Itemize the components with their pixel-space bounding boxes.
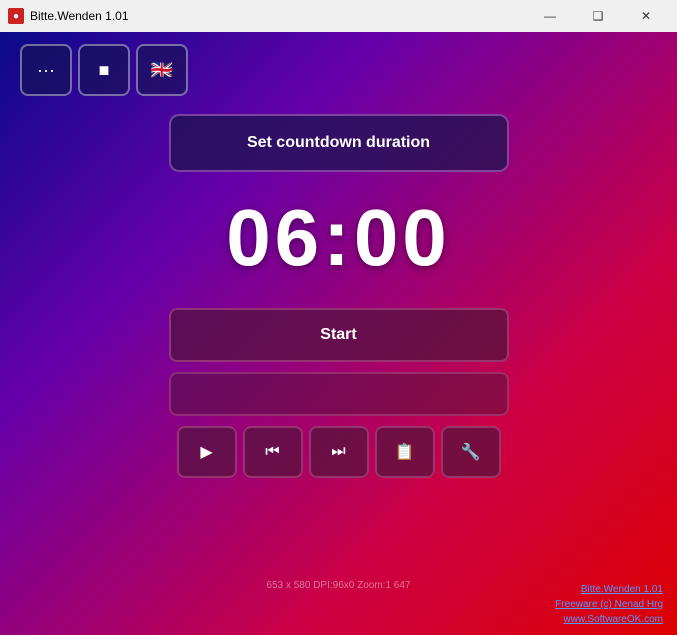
play-icon: ▶ [200,442,212,462]
status-text: 653 x 580 DPI:96x0 Zoom:1 647 [267,580,411,591]
skip-back-button[interactable]: ⏮ [243,426,303,478]
skip-forward-icon: ⏭ [331,443,345,461]
footer-line2: Freeware (c) Nenad Hrg [555,597,663,612]
stop-button[interactable]: ■ [78,44,130,96]
skip-back-icon: ⏮ [265,443,279,461]
set-countdown-button[interactable]: Set countdown duration [169,114,509,172]
timer-display: 06:00 [226,192,451,284]
title-bar-left: ● Bitte.Wenden 1.01 [8,8,129,24]
menu-icon: ··· [37,60,55,81]
clipboard-button[interactable]: 📋 [375,426,435,478]
close-button[interactable]: ✕ [623,0,669,32]
toolbar: ··· ■ 🇬🇧 [20,44,188,96]
window-controls: — ❑ ✕ [527,0,669,32]
language-button[interactable]: 🇬🇧 [136,44,188,96]
skip-forward-button[interactable]: ⏭ [309,426,369,478]
flag-icon: 🇬🇧 [151,60,173,81]
stop-icon: ■ [99,60,110,81]
settings-button[interactable]: 🔧 [441,426,501,478]
menu-button[interactable]: ··· [20,44,72,96]
footer-info[interactable]: Bitte.Wenden 1.01 Freeware (c) Nenad Hrg… [555,582,663,627]
start-button[interactable]: Start [169,308,509,362]
settings-icon: 🔧 [461,442,481,462]
title-bar: ● Bitte.Wenden 1.01 — ❑ ✕ [0,0,677,32]
clipboard-icon: 📋 [395,442,415,462]
window-title: Bitte.Wenden 1.01 [30,9,129,23]
app-icon: ● [8,8,24,24]
bottom-controls: ▶ ⏮ ⏭ 📋 🔧 [177,426,501,478]
footer-line1: Bitte.Wenden 1.01 [555,582,663,597]
main-content: ··· ■ 🇬🇧 Set countdown duration 06:00 St… [0,32,677,635]
play-button[interactable]: ▶ [177,426,237,478]
footer-line3: www.SoftwareOK.com [555,612,663,627]
minimize-button[interactable]: — [527,0,573,32]
secondary-area [169,372,509,416]
maximize-button[interactable]: ❑ [575,0,621,32]
